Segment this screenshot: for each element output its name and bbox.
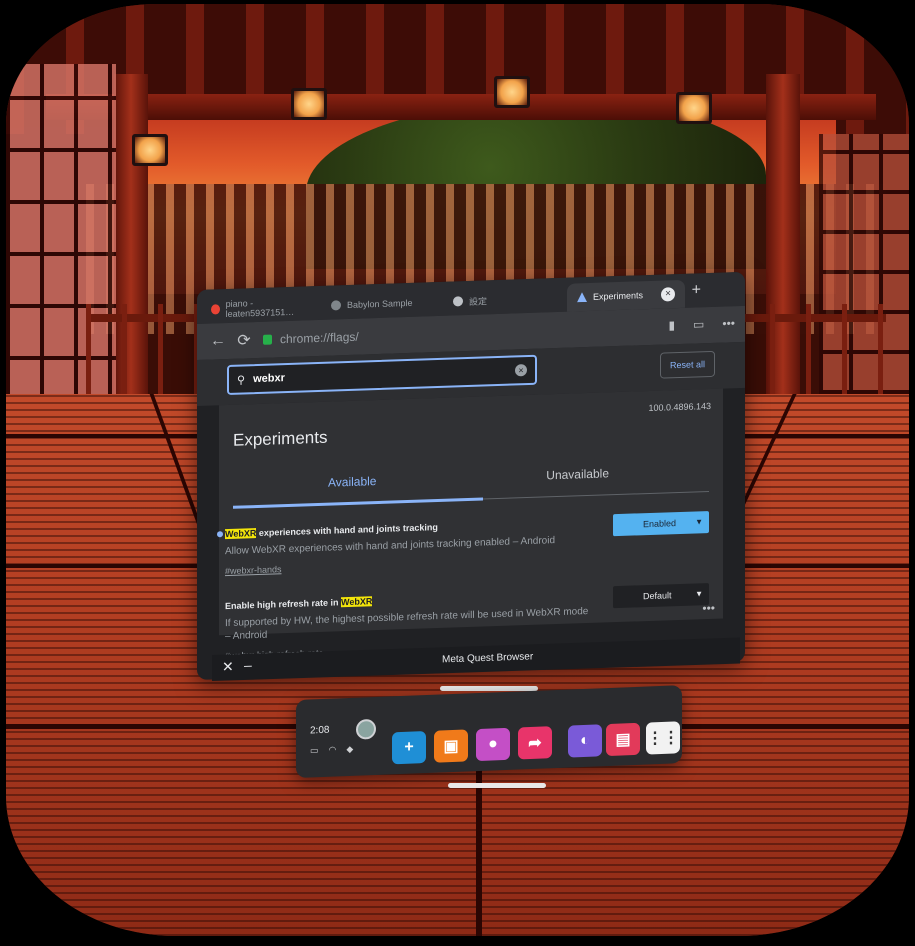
close-icon[interactable]: × [661,287,675,302]
experiments-icon [577,292,587,302]
tv-icon[interactable]: ▤ [606,722,640,757]
more-options-icon[interactable]: ••• [702,601,715,615]
clear-search-icon[interactable]: × [515,364,527,377]
select-value: Default [643,590,672,602]
chevron-down-icon: ▼ [695,517,703,527]
settings-icon [453,296,463,307]
version-label: 100.0.4896.143 [648,400,711,414]
lantern-icon [494,76,530,108]
lantern-icon [291,88,327,120]
share-icon[interactable]: ➦ [518,726,552,760]
address-bar[interactable]: chrome://flags/ [280,330,359,347]
tab-gmail[interactable]: piano - leaten5937151… [201,292,321,324]
status-icons: ▭ ◠ ◆ [310,744,353,757]
lantern-icon [676,92,712,124]
universal-menu-dock: 2:08 ▭ ◠ ◆ + ▣ ● ➦ ◐ ▤ ⋮⋮ [296,685,682,778]
lantern-icon [132,134,168,166]
gmail-icon [211,304,220,315]
reload-icon[interactable]: ⟳ [231,330,257,351]
availability-tabs: Available Unavailable [233,451,709,509]
select-value: Enabled [643,518,677,530]
browser-icon[interactable]: ◐ [568,724,602,758]
tab-settings[interactable]: 設定 [443,284,565,316]
minimize-window-icon[interactable]: – [244,657,252,673]
search-highlight: WebXR [341,596,373,608]
page-title: Experiments [233,427,328,450]
clock: 2:08 [310,724,330,737]
flag-title-text: experiences with hand and joints trackin… [256,522,438,539]
flag-description: If supported by HW, the highest possible… [225,606,589,643]
avatar[interactable] [356,718,376,740]
store-icon[interactable]: ▣ [434,729,468,763]
flag-select-default[interactable]: Default ▼ [613,583,709,609]
meta-app-icon[interactable]: + [392,731,426,765]
tab-experiments[interactable]: Experiments × [567,279,685,312]
tab-label: Experiments [593,290,644,302]
experiments-page: 100.0.4896.143 Experiments Available Una… [217,388,723,661]
flag-webxr-hands: WebXR experiences with hand and joints t… [217,511,709,576]
lock-icon [263,334,272,345]
tab-available[interactable]: Available [328,474,376,490]
close-window-icon[interactable]: ✕ [222,658,234,675]
globe-icon [331,300,341,311]
tab-label: 設定 [469,295,488,307]
menu-icon[interactable]: ••• [722,316,735,330]
browser-window: piano - leaten5937151… Babylon Sample 設定… [197,271,745,680]
bookmark-icon[interactable]: ▮ [668,318,675,332]
top-beam [46,94,876,120]
people-icon[interactable]: ● [476,727,510,762]
active-tab-indicator [233,497,483,509]
flag-select-enabled[interactable]: Enabled ▼ [613,511,709,537]
new-tab-button[interactable]: + [692,281,701,299]
tab-label: Babylon Sample [347,297,413,311]
tab-babylon[interactable]: Babylon Sample [321,288,443,320]
search-highlight: WebXR [225,528,257,540]
reset-all-button[interactable]: Reset all [659,350,715,379]
dock-grab-handle[interactable] [448,783,546,788]
search-input[interactable] [251,364,496,387]
search-box[interactable]: ⚲ × [227,354,537,396]
app-library-icon[interactable]: ⋮⋮ [646,721,680,755]
wifi-icon[interactable]: ◠ [329,744,337,755]
desktop-mode-icon[interactable]: ▭ [693,317,704,331]
search-icon: ⚲ [237,373,246,387]
back-icon[interactable]: ← [205,332,231,351]
notifications-icon[interactable]: ◆ [346,744,353,755]
tab-label: piano - leaten5937151… [225,298,295,320]
tab-unavailable[interactable]: Unavailable [546,466,609,482]
modified-indicator [217,531,223,538]
toolbar-actions: ▮ ▭ ••• [668,316,735,332]
flag-title-text: Enable high refresh rate in [225,597,342,612]
battery-icon[interactable]: ▭ [310,745,319,756]
window-title: Meta Quest Browser [442,651,534,666]
